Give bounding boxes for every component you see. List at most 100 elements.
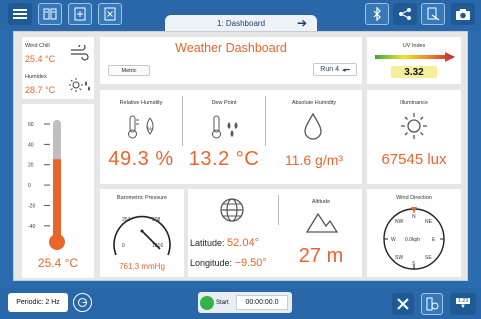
compass-ne: NE	[425, 219, 433, 225]
thermometer-tick-label: -20	[28, 203, 35, 209]
relative-humidity-value: 49.3 %	[108, 148, 174, 170]
run-label: Run 4	[320, 66, 339, 73]
pressure-tick-508: 508	[152, 217, 161, 223]
uv-index-value: 3.32	[391, 66, 437, 78]
start-button[interactable]: Start	[200, 294, 232, 311]
uv-index-label: UV Index	[402, 43, 426, 49]
illuminance-value: 67545 lux	[381, 151, 447, 168]
start-control: Start 00:00:00.0	[198, 292, 292, 313]
pressure-tick-1016: 1016	[152, 243, 163, 249]
thermometer-tick-label: 20	[28, 163, 34, 169]
dew-point-value: 13.2 °C	[188, 148, 260, 170]
run-indicator-icon: ◂━	[341, 66, 350, 74]
temperature-card: 60 40 20 0 -20 -40 25.4 °C	[22, 104, 94, 278]
latitude-value: 52.04°	[227, 237, 259, 249]
absolute-humidity-value: 11.6 g/m³	[284, 152, 344, 168]
pressure-label: Barometric Pressure	[116, 195, 168, 201]
humidity-row-card: Relative Humidity % 49.3 % Dew Point 13.…	[100, 90, 362, 184]
sensor-settings-icon[interactable]	[421, 293, 443, 315]
wind-speed-value: 0.0kph	[405, 237, 420, 243]
thermometer-fill	[53, 159, 61, 240]
wind-direction-card: Wind Direction N NE E SE S SW W NW 0.0kp…	[367, 189, 461, 277]
wind-chill-humidex-card: Wind Chill 25.4 °C Humidex 28.7 °C	[22, 37, 94, 99]
svg-text:%: %	[147, 127, 153, 133]
run-selector[interactable]: Run 4 ◂━	[313, 63, 357, 76]
sun-rain-icon	[69, 78, 90, 92]
uv-scale-bar	[375, 52, 455, 62]
wind-chill-value: 25.4 °C	[25, 54, 56, 64]
chevron-down-icon: ▼	[460, 304, 466, 310]
metric-button[interactable]: Metric	[108, 65, 150, 76]
humidity-thermometer-icon: %	[128, 115, 154, 139]
thermometer-bulb	[49, 234, 65, 250]
absolute-humidity-label: Absolute Humidity	[291, 100, 337, 106]
latitude-row: Latitude: 52.04°	[190, 237, 259, 249]
annotate-icon[interactable]	[421, 3, 445, 25]
longitude-label: Longitude:	[190, 258, 233, 268]
wind-chill-label: Wind Chill	[25, 43, 50, 49]
wind-compass: N NE E SE S SW W NW 0.0kph	[383, 207, 445, 270]
pages-icon[interactable]	[38, 3, 62, 25]
latitude-label: Latitude:	[190, 238, 225, 248]
location-card: Latitude: 52.04° Longitude: −9.50° Altit…	[188, 189, 362, 277]
bluetooth-icon[interactable]	[365, 3, 389, 25]
water-drop-icon	[304, 112, 322, 140]
sun-icon	[401, 113, 427, 139]
timer-settings-icon[interactable]	[73, 293, 92, 312]
compass-nw: NW	[395, 219, 404, 225]
digits-display-button[interactable]: 1.23 ▼	[450, 293, 476, 315]
altitude-value: 27 m	[298, 245, 344, 267]
top-toolbar: 1: Dashboard ➔	[0, 0, 481, 31]
tab-dashboard[interactable]: 1: Dashboard ➔	[165, 15, 317, 31]
elapsed-timer: 00:00:00.0	[236, 295, 288, 310]
compass-se: SE	[425, 255, 432, 261]
arrow-right-icon[interactable]: ➔	[297, 16, 307, 30]
wind-icon	[71, 45, 89, 61]
illuminance-label: Illuminance	[400, 100, 428, 106]
thermometer-gauge: 60 40 20 0 -20 -40	[28, 120, 65, 250]
start-indicator-icon	[200, 295, 214, 310]
longitude-value: −9.50°	[234, 257, 267, 269]
wind-direction-label: Wind Direction	[396, 195, 432, 201]
relative-humidity-label: Relative Humidity	[119, 100, 163, 106]
wind-direction-marker	[411, 207, 417, 213]
tools-icon[interactable]	[392, 293, 414, 315]
pressure-tick-0: 0	[122, 243, 125, 249]
thermometer-tick-label: 0	[28, 183, 31, 189]
delete-page-icon[interactable]	[98, 3, 122, 25]
humidex-label: Humidex	[25, 74, 47, 80]
altitude-label: Altitude	[311, 199, 331, 205]
temperature-value: 25.4 °C	[37, 256, 79, 270]
camera-icon[interactable]	[451, 3, 475, 25]
dew-point-icon	[212, 115, 238, 139]
share-icon[interactable]	[393, 3, 417, 25]
dew-point-label: Dew Point	[211, 100, 237, 106]
longitude-row: Longitude: −9.50°	[190, 257, 267, 269]
compass-sw: SW	[395, 255, 403, 261]
thermometer-tick-label: -40	[28, 224, 35, 230]
bottom-toolbar: Periodic: 2 Hz Start 00:00:00.0 1.23 ▼	[0, 288, 481, 319]
pressure-card: Barometric Pressure 254 508 0 1016 761.3…	[100, 189, 184, 277]
tab-label: 1: Dashboard	[216, 18, 266, 28]
globe-icon	[220, 198, 244, 222]
pressure-tick-254: 254	[122, 217, 131, 223]
thermometer-tick-label: 40	[28, 142, 34, 148]
hamburger-icon[interactable]	[8, 3, 32, 25]
sampling-rate-button[interactable]: Periodic: 2 Hz	[8, 293, 68, 312]
thermometer-tick-label: 60	[28, 122, 34, 128]
pressure-value: 761.3 mmHg	[119, 262, 165, 271]
uv-index-card: UV Index 3.32	[367, 37, 461, 84]
add-page-icon[interactable]	[68, 3, 92, 25]
page-title: Weather Dashboard	[175, 41, 287, 55]
compass-s: S	[412, 261, 416, 267]
compass-e: E	[432, 237, 436, 243]
mountain-icon	[306, 212, 338, 233]
compass-n: N	[412, 214, 416, 220]
start-label: Start	[216, 299, 229, 306]
title-card: Weather Dashboard Metric Run 4 ◂━	[100, 37, 362, 84]
illuminance-card: Illuminance 67545 lux	[367, 90, 461, 184]
humidex-value: 28.7 °C	[25, 85, 56, 95]
pressure-gauge: 254 508 0 1016	[113, 215, 171, 256]
compass-w: W	[391, 237, 396, 243]
dashboard-panel: Wind Chill 25.4 °C Humidex 28.7 °C 60 40 2…	[13, 31, 468, 281]
